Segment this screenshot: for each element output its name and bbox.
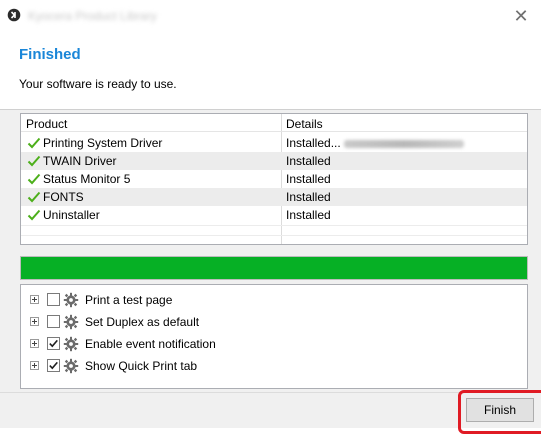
expand-plus-icon[interactable] <box>30 317 39 326</box>
product-list[interactable]: Product Details Printing System Driver I… <box>20 113 528 245</box>
close-button[interactable]: ✕ <box>501 0 541 32</box>
table-row[interactable]: Uninstaller Installed <box>21 206 527 224</box>
product-details: Installed <box>286 208 331 222</box>
column-header-product[interactable]: Product <box>26 117 67 131</box>
product-name: TWAIN Driver <box>43 154 117 168</box>
gear-icon <box>63 314 79 330</box>
option-print-test-page[interactable]: Print a test page <box>21 289 527 311</box>
gear-icon <box>63 292 79 308</box>
check-icon <box>27 155 41 167</box>
option-label: Enable event notification <box>85 337 216 351</box>
expand-plus-icon[interactable] <box>30 295 39 304</box>
option-show-quick-print-tab[interactable]: Show Quick Print tab <box>21 355 527 377</box>
product-details: Installed <box>286 190 331 204</box>
expand-plus-icon[interactable] <box>30 361 39 370</box>
check-icon <box>27 137 41 149</box>
row-divider <box>21 225 527 226</box>
option-checkbox[interactable] <box>47 359 60 372</box>
product-details: Installed... <box>286 136 464 150</box>
option-checkbox[interactable] <box>47 337 60 350</box>
expand-plus-icon[interactable] <box>30 339 39 348</box>
title-bar: Kyocera Product Library ✕ <box>0 0 541 32</box>
installer-window: Kyocera Product Library ✕ Finished Your … <box>0 0 541 434</box>
product-name: Status Monitor 5 <box>43 172 131 186</box>
progress-bar <box>20 256 528 280</box>
table-row[interactable]: Printing System Driver Installed... <box>21 134 527 152</box>
option-checkbox[interactable] <box>47 315 60 328</box>
check-icon <box>27 209 41 221</box>
checkmark-icon <box>49 361 58 370</box>
status-message: Your software is ready to use. <box>19 77 177 91</box>
table-row[interactable]: FONTS Installed <box>21 188 527 206</box>
check-icon <box>27 173 41 185</box>
list-header: Product Details <box>21 114 527 132</box>
app-icon <box>7 8 21 22</box>
row-divider <box>21 235 527 236</box>
gear-icon <box>63 336 79 352</box>
close-icon: ✕ <box>513 5 529 26</box>
table-row[interactable]: TWAIN Driver Installed <box>21 152 527 170</box>
progress-fill <box>21 257 527 279</box>
product-name: Uninstaller <box>43 208 100 222</box>
option-label: Print a test page <box>85 293 173 307</box>
product-details: Installed <box>286 172 331 186</box>
redacted-text <box>343 139 464 148</box>
option-label: Set Duplex as default <box>85 315 200 329</box>
product-name: Printing System Driver <box>43 136 163 150</box>
header-panel: Finished Your software is ready to use. <box>0 32 541 110</box>
highlight-box <box>458 390 541 434</box>
window-title: Kyocera Product Library <box>28 9 157 23</box>
header-divider <box>0 109 541 110</box>
options-tree: Print a test page Set Duplex as default … <box>20 284 528 389</box>
product-details: Installed <box>286 154 331 168</box>
table-row[interactable]: Status Monitor 5 Installed <box>21 170 527 188</box>
product-name: FONTS <box>43 190 84 204</box>
gear-icon <box>63 358 79 374</box>
option-label: Show Quick Print tab <box>85 359 198 373</box>
option-set-duplex-default[interactable]: Set Duplex as default <box>21 311 527 333</box>
checkmark-icon <box>49 339 58 348</box>
column-header-details[interactable]: Details <box>286 117 323 131</box>
check-icon <box>27 191 41 203</box>
option-enable-event-notification[interactable]: Enable event notification <box>21 333 527 355</box>
option-checkbox[interactable] <box>47 293 60 306</box>
page-title: Finished <box>19 46 81 63</box>
